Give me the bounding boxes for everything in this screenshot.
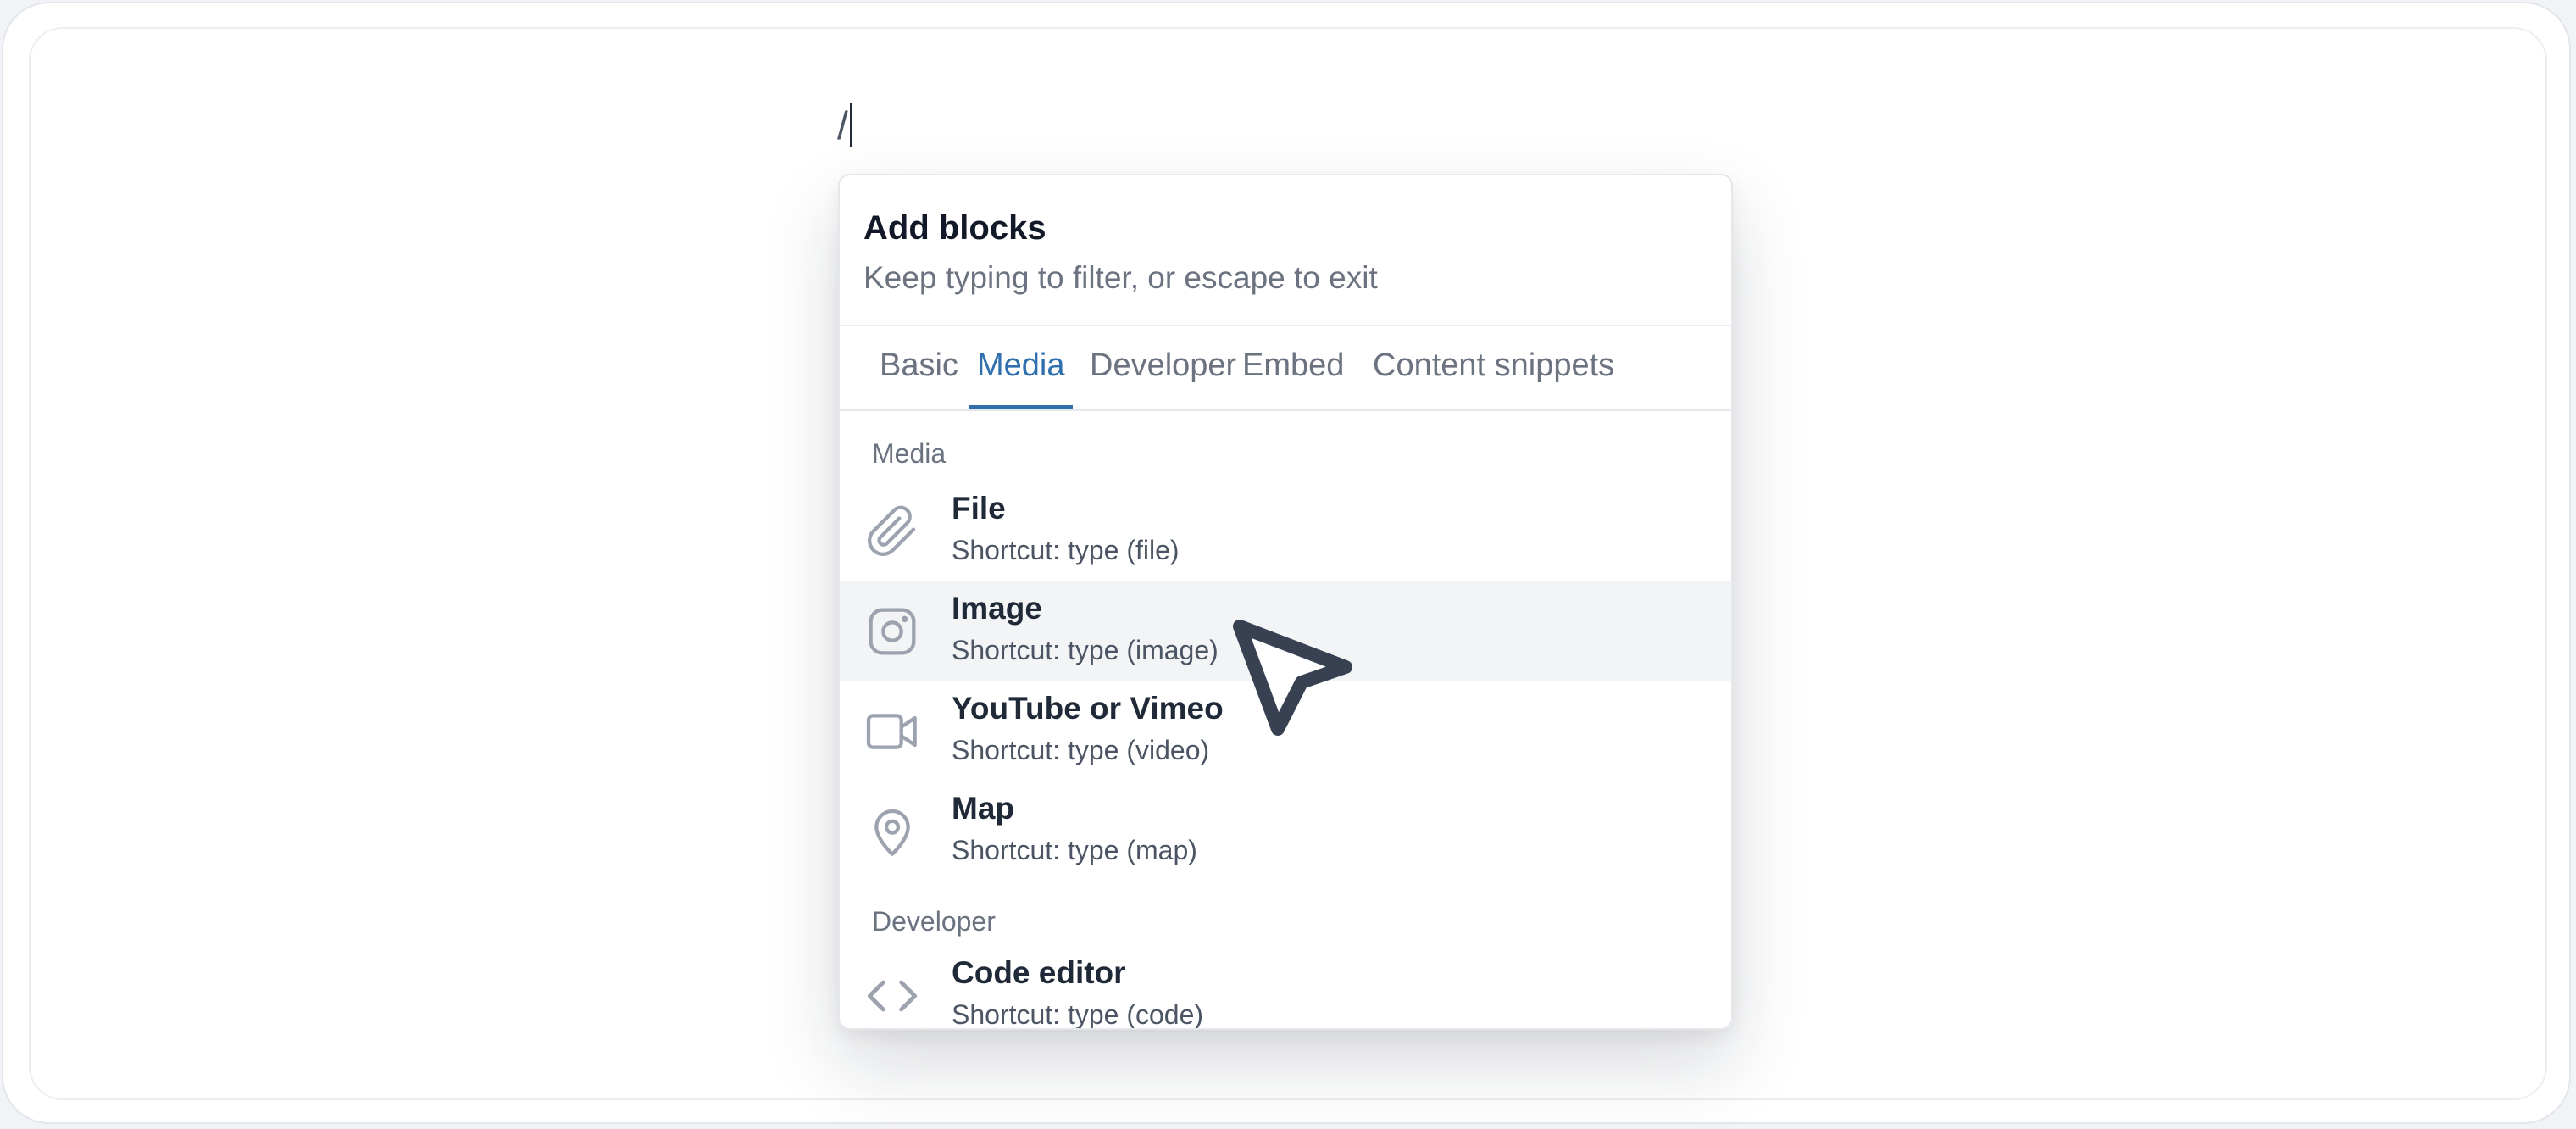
- item-shortcut: Shortcut: type (map): [952, 835, 1197, 865]
- item-title: Map: [952, 791, 1014, 826]
- editor-input-line[interactable]: /: [837, 100, 852, 151]
- section-label-developer: Developer: [872, 906, 996, 937]
- tab-embed[interactable]: Embed: [1235, 326, 1352, 409]
- tab-developer[interactable]: Developer: [1082, 326, 1244, 409]
- image-icon: [865, 604, 919, 659]
- block-item-file[interactable]: File Shortcut: type (file): [840, 481, 1731, 581]
- block-item-map[interactable]: Map Shortcut: type (map): [840, 781, 1731, 881]
- item-title: Image: [952, 591, 1042, 626]
- item-shortcut: Shortcut: type (image): [952, 635, 1219, 665]
- block-item-code-editor[interactable]: Code editor Shortcut: type (code): [840, 945, 1731, 1030]
- add-blocks-popover: Add blocks Keep typing to filter, or esc…: [838, 174, 1733, 1030]
- item-shortcut: Shortcut: type (file): [952, 535, 1180, 565]
- tab-basic[interactable]: Basic: [872, 326, 966, 409]
- item-title: Code editor: [952, 955, 1126, 990]
- popover-header: Add blocks Keep typing to filter, or esc…: [840, 175, 1731, 326]
- section-label-media: Media: [872, 438, 947, 469]
- item-shortcut: Shortcut: type (code): [952, 999, 1204, 1030]
- video-camera-icon: [865, 704, 919, 759]
- block-category-tabs: Basic Media Developer Embed Content snip…: [840, 326, 1731, 411]
- text-caret: [849, 103, 852, 147]
- typed-text: /: [837, 103, 848, 147]
- code-icon: [865, 969, 919, 1023]
- paperclip-icon: [865, 504, 919, 559]
- tab-content-snippets[interactable]: Content snippets: [1365, 326, 1622, 409]
- item-title: YouTube or Vimeo: [952, 691, 1224, 726]
- map-pin-icon: [865, 804, 919, 859]
- popover-title: Add blocks: [863, 209, 1046, 247]
- block-list: Media File Shortcut: type (file) Image S…: [840, 411, 1731, 1028]
- block-item-youtube-vimeo[interactable]: YouTube or Vimeo Shortcut: type (video): [840, 681, 1731, 781]
- tab-media[interactable]: Media: [969, 326, 1073, 409]
- item-shortcut: Shortcut: type (video): [952, 735, 1210, 765]
- popover-subtitle: Keep typing to filter, or escape to exit: [863, 260, 1378, 295]
- item-title: File: [952, 491, 1006, 526]
- block-item-image[interactable]: Image Shortcut: type (image): [840, 581, 1731, 681]
